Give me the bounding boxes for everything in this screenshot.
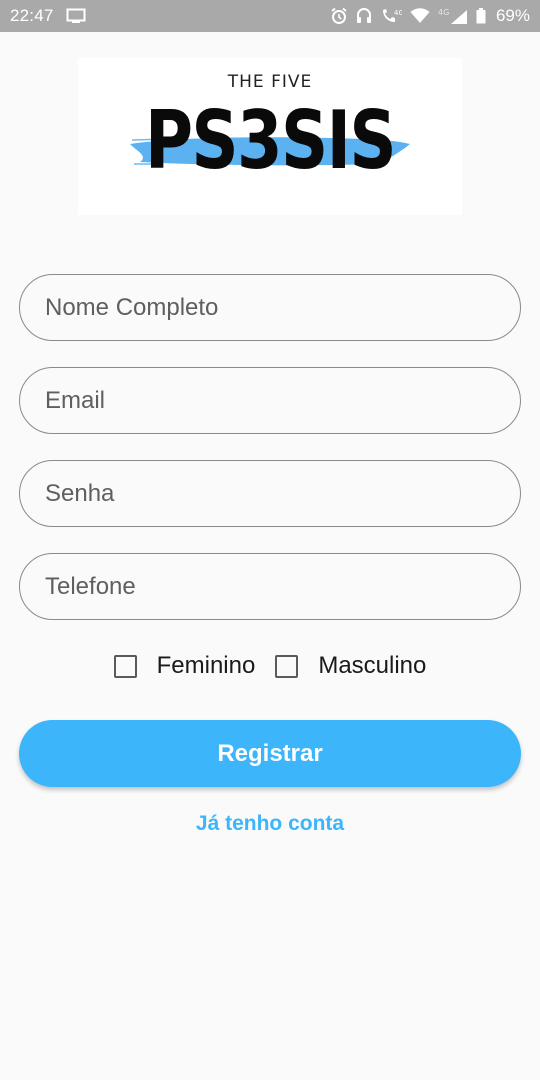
phone-input[interactable] (19, 553, 521, 620)
register-button[interactable]: Registrar (19, 720, 521, 787)
status-left: 22:47 (10, 6, 86, 26)
feminino-checkbox[interactable] (113, 654, 137, 678)
masculino-checkbox[interactable] (275, 654, 299, 678)
app-logo: THE FIVE PS3SIS (78, 58, 462, 215)
status-bar: 22:47 4G 4G 69% (0, 0, 540, 32)
masculino-label: Masculino (318, 652, 427, 679)
wifi-icon (410, 8, 430, 24)
password-input[interactable] (19, 460, 521, 527)
gender-option-masculino[interactable]: Masculino (275, 652, 426, 680)
screen-icon (66, 8, 86, 24)
call-icon: 4G (380, 7, 402, 25)
feminino-label: Feminino (156, 652, 256, 679)
headset-icon (356, 7, 372, 25)
logo-title: PS3SIS (144, 94, 397, 187)
status-time: 22:47 (10, 6, 54, 25)
battery-icon (476, 8, 486, 24)
full-name-input[interactable] (19, 274, 521, 341)
gender-option-feminino[interactable]: Feminino (113, 652, 256, 680)
email-input[interactable] (19, 367, 521, 434)
register-button-label: Registrar (217, 739, 323, 767)
alarm-icon (330, 7, 348, 25)
logo-subtitle: THE FIVE (227, 72, 313, 92)
gender-selector: Feminino Masculino (0, 648, 540, 684)
status-right: 4G 4G 69% (330, 6, 530, 26)
battery-level: 69% (495, 6, 530, 25)
already-have-account-link[interactable]: Já tenho conta (0, 812, 540, 836)
network-label-2: 4G (438, 8, 449, 17)
signal-icon: 4G (438, 7, 468, 25)
network-label-1: 4G (394, 9, 402, 17)
